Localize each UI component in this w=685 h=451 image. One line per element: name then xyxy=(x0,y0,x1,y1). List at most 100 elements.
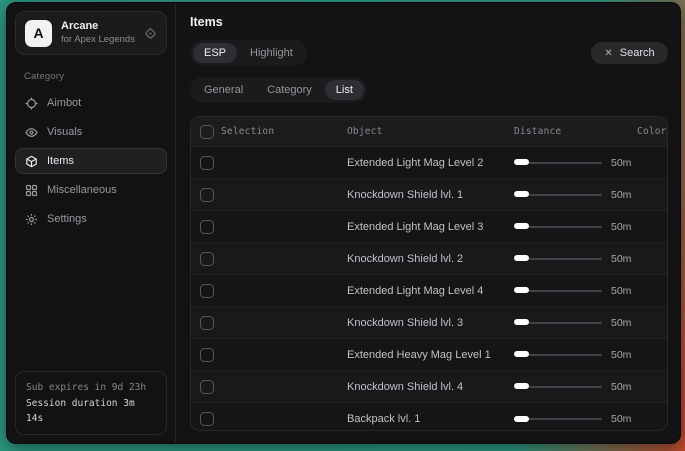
sidebar-item-aimbot[interactable]: Aimbot xyxy=(15,90,167,116)
slider-track[interactable] xyxy=(514,258,602,260)
eye-icon xyxy=(25,126,38,139)
row-distance-slider: 50m xyxy=(514,285,632,297)
slider-thumb[interactable] xyxy=(514,287,529,293)
column-header-selection: Selection xyxy=(221,126,347,137)
sidebar-item-items[interactable]: Items xyxy=(15,148,167,174)
row-distance-slider: 50m xyxy=(514,413,632,425)
search-button[interactable]: ✕ Search xyxy=(591,42,667,64)
table-row: Knockdown Shield lvl. 4 50m xyxy=(191,371,667,403)
slider-track[interactable] xyxy=(514,226,602,228)
slider-thumb[interactable] xyxy=(514,255,529,261)
row-checkbox[interactable] xyxy=(200,188,214,202)
tab-general[interactable]: General xyxy=(193,80,254,100)
column-header-distance: Distance xyxy=(514,126,632,137)
box-icon xyxy=(25,155,38,168)
slider-thumb[interactable] xyxy=(514,223,529,229)
slider-track[interactable] xyxy=(514,162,602,164)
grid-icon xyxy=(25,184,38,197)
category-section-label: Category xyxy=(24,71,167,82)
table-row: Knockdown Shield lvl. 1 50m xyxy=(191,179,667,211)
row-object: Extended Light Mag Level 4 xyxy=(347,285,514,297)
table-row: Extended Light Mag Level 4 50m xyxy=(191,275,667,307)
row-distance-value: 50m xyxy=(611,285,631,297)
select-all-checkbox[interactable] xyxy=(200,125,214,139)
row-object: Knockdown Shield lvl. 3 xyxy=(347,317,514,329)
slider-track[interactable] xyxy=(514,354,602,356)
slider-thumb[interactable] xyxy=(514,319,529,325)
subscription-info-card: Sub expires in 9d 23h Session duration 3… xyxy=(15,371,167,435)
slider-track[interactable] xyxy=(514,418,602,420)
items-table: Selection Object Distance Color Extended… xyxy=(190,116,668,431)
table-row: Extended Light Mag Level 3 50m xyxy=(191,211,667,243)
slider-track[interactable] xyxy=(514,322,602,324)
sidebar-item-label: Aimbot xyxy=(47,97,81,109)
table-row: Knockdown Shield lvl. 2 50m xyxy=(191,243,667,275)
sidebar: A Arcane for Apex Legends Category xyxy=(7,3,175,443)
row-checkbox[interactable] xyxy=(200,156,214,170)
row-distance-slider: 50m xyxy=(514,381,632,393)
tab-category[interactable]: Category xyxy=(256,80,323,100)
row-checkbox[interactable] xyxy=(200,284,214,298)
row-distance-value: 50m xyxy=(611,253,631,265)
session-duration-text: Session duration 3m 14s xyxy=(26,396,156,426)
slider-thumb[interactable] xyxy=(514,383,529,389)
sidebar-item-label: Items xyxy=(47,155,74,167)
tab-esp[interactable]: ESP xyxy=(193,43,237,63)
sidebar-item-visuals[interactable]: Visuals xyxy=(15,119,167,145)
gear-icon xyxy=(25,213,38,226)
row-distance-slider: 50m xyxy=(514,317,632,329)
row-distance-value: 50m xyxy=(611,317,631,329)
row-distance-value: 50m xyxy=(611,221,631,233)
row-distance-value: 50m xyxy=(611,189,631,201)
row-distance-value: 50m xyxy=(611,349,631,361)
row-checkbox[interactable] xyxy=(200,252,214,266)
row-checkbox[interactable] xyxy=(200,316,214,330)
table-row: Extended Light Mag Level 2 50m xyxy=(191,147,667,179)
row-object: Knockdown Shield lvl. 4 xyxy=(347,381,514,393)
row-distance-value: 50m xyxy=(611,381,631,393)
row-distance-slider: 50m xyxy=(514,221,632,233)
tab-highlight[interactable]: Highlight xyxy=(239,43,304,63)
app-title: Arcane xyxy=(61,20,135,34)
row-distance-slider: 50m xyxy=(514,189,632,201)
app-subtitle: for Apex Legends xyxy=(61,34,135,46)
sidebar-item-label: Settings xyxy=(47,213,87,225)
table-row: Backpack lvl. 1 50m xyxy=(191,403,667,431)
search-button-label: Search xyxy=(620,47,655,59)
row-object: Backpack lvl. 1 xyxy=(347,413,514,425)
slider-track[interactable] xyxy=(514,194,602,196)
sidebar-item-label: Visuals xyxy=(47,126,82,138)
page-title: Items xyxy=(190,15,668,29)
sidebar-item-settings[interactable]: Settings xyxy=(15,206,167,232)
app-header-card: A Arcane for Apex Legends xyxy=(15,11,167,55)
slider-thumb[interactable] xyxy=(514,191,529,197)
search-shortcut-icon: ✕ xyxy=(604,48,612,59)
crosshair-icon xyxy=(25,97,38,110)
sidebar-item-miscellaneous[interactable]: Miscellaneous xyxy=(15,177,167,203)
row-checkbox[interactable] xyxy=(200,220,214,234)
row-checkbox[interactable] xyxy=(200,380,214,394)
row-distance-slider: 50m xyxy=(514,157,632,169)
slider-thumb[interactable] xyxy=(514,159,529,165)
row-distance-slider: 50m xyxy=(514,349,632,361)
row-object: Extended Light Mag Level 2 xyxy=(347,157,514,169)
row-object: Extended Heavy Mag Level 1 xyxy=(347,349,514,361)
row-checkbox[interactable] xyxy=(200,348,214,362)
slider-thumb[interactable] xyxy=(514,351,529,357)
app-window: A Arcane for Apex Legends Category xyxy=(6,2,681,444)
app-logo: A xyxy=(25,20,52,47)
slider-track[interactable] xyxy=(514,290,602,292)
slider-track[interactable] xyxy=(514,386,602,388)
sidebar-nav: Aimbot Visuals Items xyxy=(15,90,167,232)
tab-list[interactable]: List xyxy=(325,80,364,100)
slider-thumb[interactable] xyxy=(514,416,529,422)
table-row: Knockdown Shield lvl. 3 50m xyxy=(191,307,667,339)
sub-expires-text: Sub expires in 9d 23h xyxy=(26,380,156,395)
row-distance-value: 50m xyxy=(611,413,631,425)
main-panel: Items ESP Highlight ✕ Search General Cat… xyxy=(175,3,681,443)
row-object: Extended Light Mag Level 3 xyxy=(347,221,514,233)
diamond-badge-icon[interactable] xyxy=(144,27,157,40)
row-checkbox[interactable] xyxy=(200,412,214,426)
table-body: Extended Light Mag Level 2 50m Knockdown… xyxy=(191,147,667,431)
table-row: Extended Heavy Mag Level 1 50m xyxy=(191,339,667,371)
